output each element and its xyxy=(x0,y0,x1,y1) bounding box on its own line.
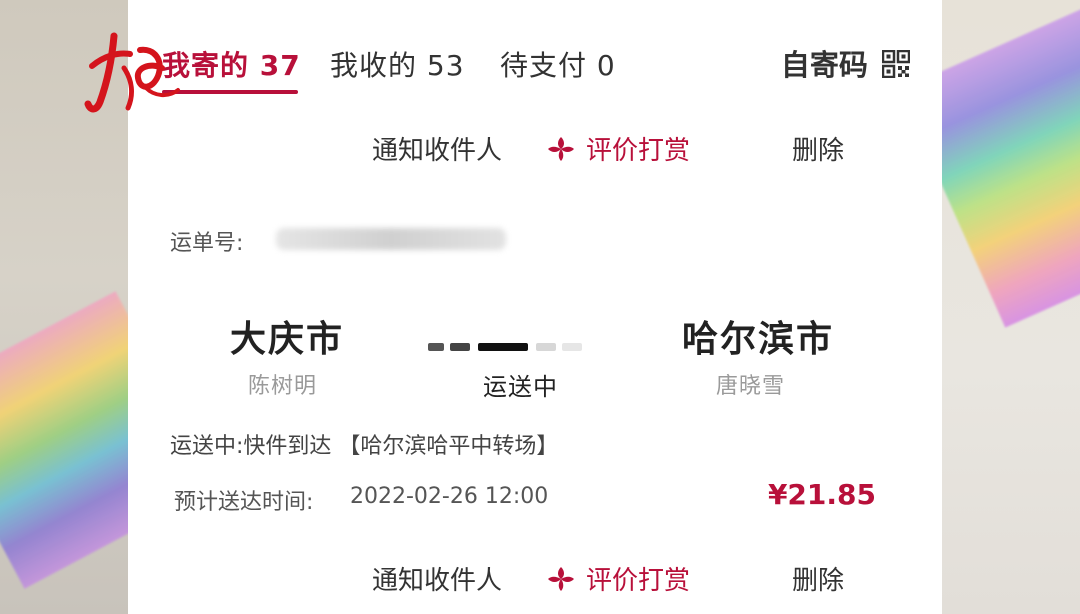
rate-tip-button[interactable]: 评价打赏 xyxy=(546,130,690,167)
eta-label: 预计送达时间: xyxy=(174,490,314,515)
tracking-update: 运送中:快件到达 【哈尔滨哈平中转场】 xyxy=(170,434,559,459)
app-panel: 我寄的 37 我收的 53 待支付 0 自寄码 通知收件人 评价打赏 删除 运单… xyxy=(128,0,942,614)
recipient-name: 唐晓雪 xyxy=(716,374,786,399)
notify-recipient-button[interactable]: 通知收件人 xyxy=(372,130,502,167)
self-send-code-button[interactable]: 自寄码 xyxy=(781,42,910,84)
qr-code-icon xyxy=(882,50,910,78)
flower-icon xyxy=(548,567,574,591)
rate-tip-label: 评价打赏 xyxy=(586,136,691,166)
rate-tip-button[interactable]: 评价打赏 xyxy=(546,560,690,597)
tab-received[interactable]: 我收的 53 xyxy=(330,44,465,84)
order-actions-bottom: 通知收件人 评价打赏 删除 xyxy=(128,560,942,600)
notify-recipient-button[interactable]: 通知收件人 xyxy=(372,560,502,597)
waybill-label: 运单号: xyxy=(170,231,244,256)
video-background-right xyxy=(942,0,1080,614)
order-actions-top: 通知收件人 评价打赏 删除 xyxy=(128,130,942,170)
self-send-code-label: 自寄码 xyxy=(780,48,868,82)
tab-bar: 我寄的 37 我收的 53 待支付 0 自寄码 xyxy=(128,36,942,96)
sender-name: 陈树明 xyxy=(248,374,318,399)
destination-city: 哈尔滨市 xyxy=(682,319,835,360)
waybill-number-blurred xyxy=(276,228,506,250)
delete-button[interactable]: 删除 xyxy=(792,560,844,597)
tab-pending-payment[interactable]: 待支付 0 xyxy=(500,44,616,84)
shipping-price: ¥21.85 xyxy=(767,478,876,511)
flower-icon xyxy=(548,137,574,161)
tv-station-logo xyxy=(84,32,180,113)
transit-progress-icon xyxy=(428,343,582,351)
delete-button[interactable]: 删除 xyxy=(792,130,844,167)
shipment-status: 运送中 xyxy=(483,373,558,401)
rate-tip-label: 评价打赏 xyxy=(586,566,691,596)
origin-city: 大庆市 xyxy=(230,319,345,360)
eta-value: 2022-02-26 12:00 xyxy=(350,484,549,509)
